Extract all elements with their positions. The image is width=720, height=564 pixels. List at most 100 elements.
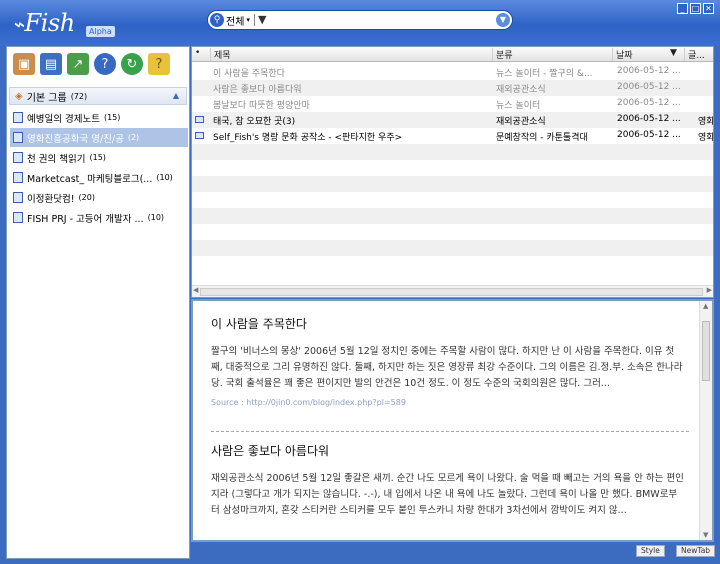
row-title: 태국, 참 오묘한 곳(3) [213, 117, 296, 127]
minimize-button[interactable]: _ [677, 3, 688, 14]
row-date: 2006-05-12 ... [617, 82, 681, 92]
list-row[interactable]: 이 사람을 주목한다 뉴스 놀이터 - 짤구의 &... 2006-05-12 … [192, 64, 713, 80]
feed-name: 예병일의 경제노트 [27, 113, 100, 125]
row-date: 2006-05-12 ... [617, 130, 681, 140]
feed-item[interactable]: 천 권의 책읽기 (15) [10, 148, 188, 167]
row-category: 재외공관소식 [496, 117, 546, 127]
feed-icon [13, 192, 23, 203]
unread-mail-icon [195, 116, 204, 123]
refresh-icon: ↻ [126, 56, 138, 72]
row-date: 2006-05-12 ... [617, 114, 681, 124]
filter-icon[interactable]: ▼ [258, 13, 266, 26]
preview-pane: 이 사람을 주목한다 짤구의 '비너스의 몽상' 2006년 5월 12일 정치… [191, 299, 714, 542]
search-go-button[interactable]: ▼ [496, 13, 510, 27]
horizontal-scrollbar[interactable]: ◀ ▶ [192, 285, 713, 297]
feed-icon [13, 172, 23, 183]
help-button[interactable]: ? [94, 53, 116, 75]
scroll-left-icon[interactable]: ◀ [193, 286, 198, 294]
search-scope-label: 전체 [226, 16, 245, 28]
feed-name: 천 권의 책읽기 [27, 153, 86, 165]
feed-count: (2) [127, 133, 140, 142]
app-logo: ⌁Fish [12, 9, 75, 37]
box-icon: ▣ [17, 56, 31, 72]
feed-icon [13, 132, 23, 143]
group-count: (72) [70, 91, 88, 101]
feed-item[interactable]: 예병일의 경제노트 (15) [10, 108, 188, 127]
article-source-link[interactable]: Source : http://0jin0.com/blog/index.php… [211, 398, 685, 407]
add-list-icon: ▤ [44, 56, 58, 72]
sidebar-toolbar: ▣ ▤ ↗ ? ↻ ? [13, 53, 170, 75]
scroll-right-icon[interactable]: ▶ [707, 286, 712, 294]
search-scope-dropdown[interactable]: ⚲ 전체 ▾ [210, 12, 250, 28]
alpha-badge: Alpha [86, 26, 115, 37]
feed-count: (15) [103, 113, 121, 122]
vertical-scrollbar[interactable]: ▲ ▼ [699, 301, 712, 540]
article: 이 사람을 주목한다 짤구의 '비너스의 몽상' 2006년 5월 12일 정치… [211, 315, 685, 407]
feed-item[interactable]: FISH PRJ - 고등어 개발자 ... (10) [10, 208, 188, 227]
empty-row [192, 144, 713, 160]
column-title[interactable]: 제목 [210, 48, 492, 61]
row-extra: 영화 [698, 117, 714, 127]
feed-icon [13, 152, 23, 163]
help-icon: ? [101, 56, 109, 72]
column-date-label: 날짜 [616, 51, 633, 61]
row-date: 2006-05-12 ... [617, 66, 681, 76]
newtab-button[interactable]: NewTab [676, 545, 716, 557]
notes-button[interactable]: ? [148, 53, 170, 75]
list-row[interactable]: 봄날보다 따뜻한 평양안마 뉴스 놀이터 2006-05-12 ... [192, 96, 713, 112]
search-input[interactable] [274, 13, 494, 27]
feed-icon [13, 212, 23, 223]
search-separator [254, 14, 255, 26]
list-row[interactable]: 태국, 참 오묘한 곳(3) 재외공관소식 2006-05-12 ... 영화 [192, 112, 713, 128]
feed-item[interactable]: Marketcast_ 마케팅블로그(... (10) [10, 168, 188, 187]
scroll-thumb[interactable] [200, 288, 703, 296]
article-divider [211, 431, 689, 432]
style-button[interactable]: Style [636, 545, 665, 557]
group-header[interactable]: ◈ 기본 그룹 (72) ▲ [9, 87, 187, 105]
feed-name: FISH PRJ - 고등어 개발자 ... [27, 213, 144, 225]
unread-mail-icon [195, 132, 204, 139]
close-button[interactable]: ✕ [703, 3, 714, 14]
window-controls: _ □ ✕ [677, 3, 714, 14]
column-category[interactable]: 분류 [492, 48, 612, 61]
scroll-down-icon[interactable]: ▼ [703, 531, 708, 539]
maximize-button[interactable]: □ [690, 3, 701, 14]
column-mark[interactable]: • [192, 48, 210, 61]
feed-item-selected[interactable]: 영화진흥공화국 영/진/공 (2) [10, 128, 188, 147]
feed-icon [13, 112, 23, 123]
empty-row [192, 240, 713, 256]
article: 사람은 좋보다 아름다워 재외공관소식 2006년 5월 12일 좋갈은 새끼.… [211, 442, 685, 519]
add-group-button[interactable]: ▤ [40, 53, 62, 75]
feed-item[interactable]: 이정환닷컴! (20) [10, 188, 188, 207]
list-row[interactable]: 사람은 좋보다 아름다워 재외공관소식 2006-05-12 ... [192, 80, 713, 96]
scroll-thumb[interactable] [702, 321, 710, 381]
chevron-down-icon: ▾ [246, 16, 250, 24]
group-name: 기본 그룹 [26, 92, 67, 104]
collapse-icon[interactable]: ▲ [173, 91, 179, 100]
search-icon: ⚲ [210, 13, 224, 27]
article-body: 짤구의 '비너스의 몽상' 2006년 5월 12일 정치인 중에는 주목할 사… [211, 346, 683, 389]
article-title[interactable]: 사람은 좋보다 아름다워 [211, 442, 685, 459]
column-extra[interactable]: 글... [684, 48, 713, 61]
list-row[interactable]: Self_Fish's 명랑 문화 공작소 - <판타지한 우주> 문예창작의 … [192, 128, 713, 144]
feed-count: (10) [156, 173, 173, 182]
row-title: Self_Fish's 명랑 문화 공작소 - <판타지한 우주> [213, 133, 403, 143]
sidebar: ▣ ▤ ↗ ? ↻ ? ◈ 기본 그룹 (72) ▲ 예병일의 경제노트 (15)… [6, 46, 190, 559]
import-button[interactable]: ↗ [67, 53, 89, 75]
search-box: ⚲ 전체 ▾ ▼ ▼ [207, 10, 513, 30]
refresh-button[interactable]: ↻ [121, 53, 143, 75]
list-header: • 제목 분류 날짜 ▼ 글... [192, 47, 713, 62]
article-title[interactable]: 이 사람을 주목한다 [211, 315, 685, 332]
column-date[interactable]: 날짜 ▼ [612, 48, 684, 61]
row-category: 재외공관소식 [496, 85, 546, 95]
row-title: 이 사람을 주목한다 [213, 69, 285, 79]
feed-count: (10) [147, 213, 165, 222]
row-title: 사람은 좋보다 아름다워 [213, 85, 302, 95]
row-date: 2006-05-12 ... [617, 98, 681, 108]
feed-name: 이정환닷컴! [27, 193, 75, 205]
add-feed-button[interactable]: ▣ [13, 53, 35, 75]
row-extra: 영화 [698, 133, 714, 143]
row-category: 뉴스 놀이터 - 짤구의 &... [496, 69, 593, 79]
row-category: 문예창작의 - 카툰툴격대 [496, 133, 588, 143]
scroll-up-icon[interactable]: ▲ [703, 302, 708, 310]
